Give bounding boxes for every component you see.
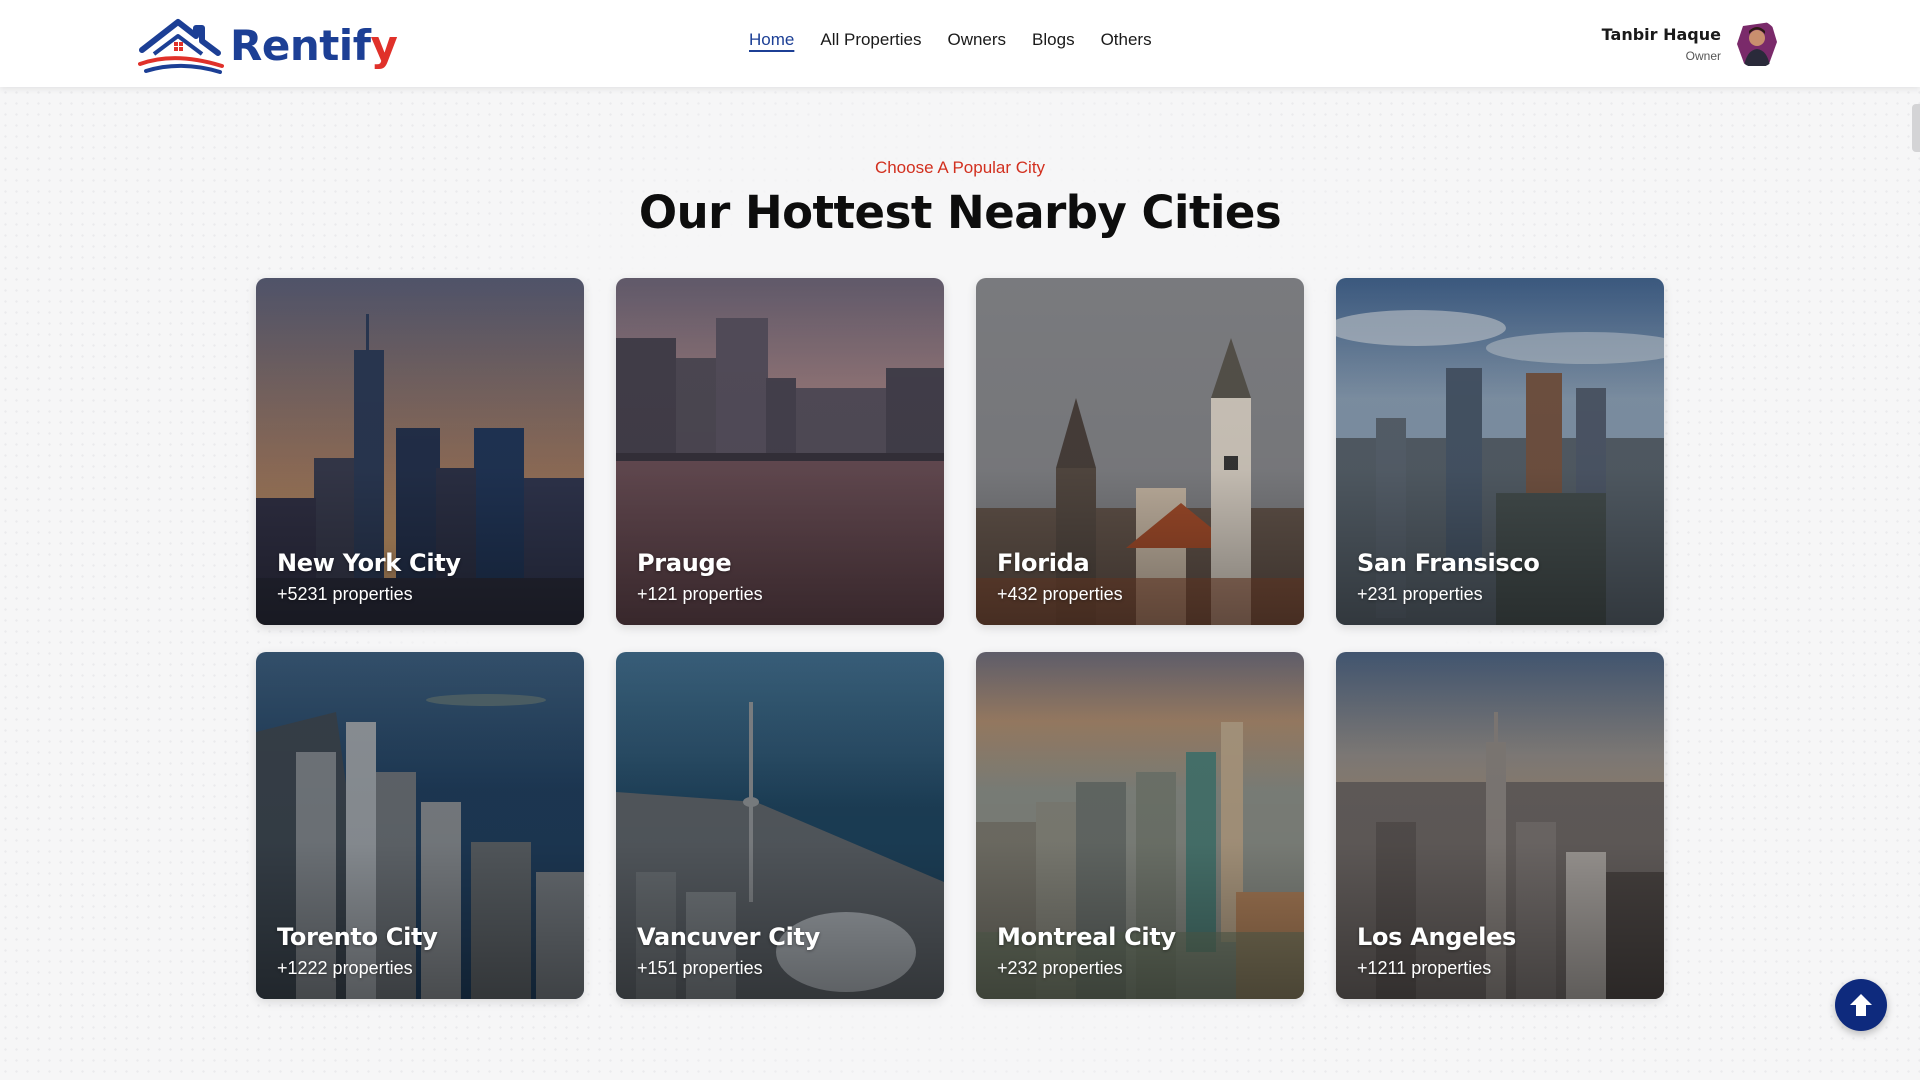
property-count: +121 properties: [637, 584, 763, 604]
city-name: Prauge: [637, 549, 732, 577]
city-name: Torento City: [277, 923, 438, 951]
brand-logo[interactable]: Rentify: [138, 16, 398, 74]
section-title: Our Hottest Nearby Cities: [638, 186, 1282, 239]
city-card-montreal[interactable]: Montreal City +232 properties: [976, 652, 1304, 999]
property-count: +432 properties: [997, 584, 1123, 604]
user-menu[interactable]: Tanbir Haque Owner: [1602, 20, 1779, 68]
scrollbar-thumb[interactable]: [1912, 104, 1920, 152]
avatar-icon: [1737, 22, 1777, 66]
city-card-san-fransisco[interactable]: San Fransisco +231 properties: [1336, 278, 1664, 625]
main-nav: Home All Properties Owners Blogs Others: [749, 30, 1152, 50]
city-name: Los Angeles: [1357, 923, 1517, 951]
city-name: San Fransisco: [1357, 549, 1540, 577]
city-card-florida[interactable]: Florida +432 properties: [976, 278, 1304, 625]
section-eyebrow: Choose A Popular City: [874, 158, 1046, 177]
nav-blogs[interactable]: Blogs: [1032, 30, 1075, 50]
card-info: Montreal City +232 properties: [997, 923, 1176, 979]
property-count: +1211 properties: [1357, 958, 1492, 978]
city-name: New York City: [277, 549, 461, 577]
city-name: Vancuver City: [637, 923, 821, 951]
card-info: Torento City +1222 properties: [277, 923, 438, 979]
user-avatar[interactable]: [1735, 20, 1779, 68]
card-info: Vancuver City +151 properties: [637, 923, 820, 979]
city-name: Florida: [997, 549, 1090, 577]
scroll-to-top-button[interactable]: [1835, 979, 1887, 1031]
card-info: New York City +5231 properties: [277, 549, 461, 605]
nav-home[interactable]: Home: [749, 30, 794, 50]
property-count: +232 properties: [997, 958, 1123, 978]
user-info: Tanbir Haque Owner: [1602, 25, 1721, 63]
nav-others[interactable]: Others: [1101, 30, 1152, 50]
property-count: +5231 properties: [277, 584, 413, 604]
property-count: +1222 properties: [277, 958, 413, 978]
brand-name-main: Rentif: [230, 20, 371, 70]
city-grid: New York City +5231 properties Prauge +1…: [256, 278, 1664, 999]
top-navbar: Rentify Home All Properties Owners Blogs…: [0, 0, 1920, 87]
user-name: Tanbir Haque: [1601, 25, 1721, 44]
card-info: Los Angeles +1211 properties: [1357, 923, 1516, 979]
city-card-los-angeles[interactable]: Los Angeles +1211 properties: [1336, 652, 1664, 999]
brand-name-accent: y: [370, 20, 398, 70]
brand-name: Rentify: [230, 20, 398, 70]
city-card-new-york[interactable]: New York City +5231 properties: [256, 278, 584, 625]
city-card-prauge[interactable]: Prauge +121 properties: [616, 278, 944, 625]
house-roof-logo-icon: [138, 19, 224, 74]
property-count: +151 properties: [637, 958, 763, 978]
city-card-torento[interactable]: Torento City +1222 properties: [256, 652, 584, 999]
arrow-up-icon: [1850, 994, 1872, 1016]
property-count: +231 properties: [1357, 584, 1483, 604]
city-name: Montreal City: [997, 923, 1176, 951]
card-info: Florida +432 properties: [997, 549, 1123, 605]
card-info: Prauge +121 properties: [637, 549, 763, 605]
city-card-vancuver[interactable]: Vancuver City +151 properties: [616, 652, 944, 999]
user-role: Owner: [1685, 49, 1721, 63]
nav-all-properties[interactable]: All Properties: [820, 30, 921, 50]
card-info: San Fransisco +231 properties: [1357, 549, 1540, 605]
nav-owners[interactable]: Owners: [947, 30, 1006, 50]
